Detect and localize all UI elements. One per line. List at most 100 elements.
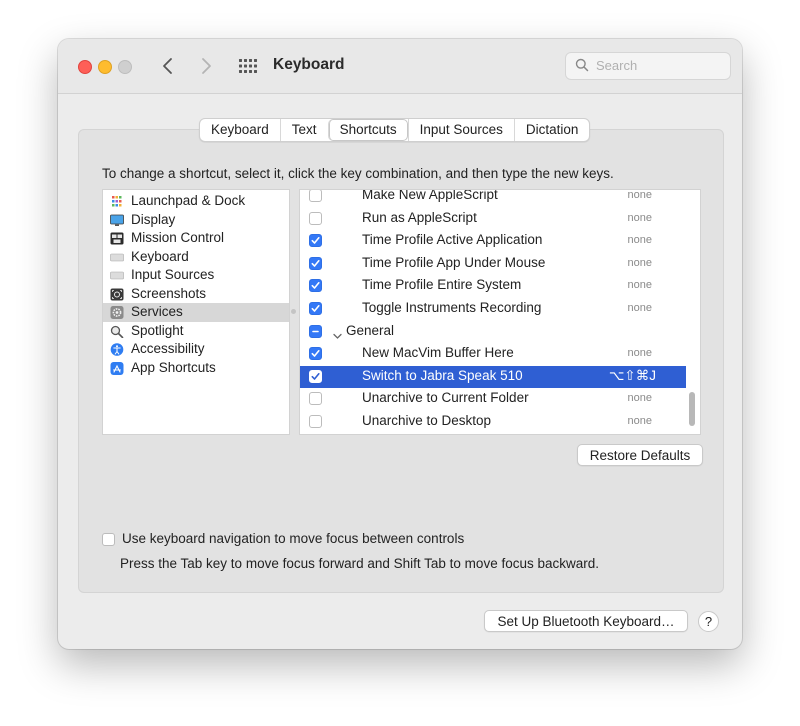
zoom-button[interactable] [118,60,132,74]
category-label: Accessibility [131,341,205,356]
checkmark-icon [311,350,320,357]
category-app-shortcuts[interactable]: App Shortcuts [103,359,289,378]
category-label: Launchpad & Dock [131,193,246,208]
minimize-button[interactable] [98,60,112,74]
shortcut-value[interactable]: none [628,415,652,427]
category-launchpad-dock[interactable]: Launchpad & Dock [103,192,289,211]
service-group-header[interactable]: General [300,321,686,343]
shortcut-value[interactable]: ⌥⇧⌘J [609,368,656,384]
back-button[interactable] [158,55,178,77]
shortcut-value[interactable]: none [628,302,652,314]
shortcut-value[interactable]: none [628,279,652,291]
checkmark-icon [311,282,320,290]
category-keyboard[interactable]: Keyboard [103,248,289,267]
category-accessibility[interactable]: Accessibility [103,340,289,359]
close-button[interactable] [78,60,92,74]
show-all-grid-icon[interactable] [238,58,258,74]
screenshot-icon [110,288,124,301]
service-checkbox[interactable] [309,347,322,361]
minus-icon [312,330,319,332]
tab-shortcuts[interactable]: Shortcuts [327,119,408,141]
tab-keyboard[interactable]: Keyboard [200,119,280,141]
checkmark-icon [311,259,320,267]
group-checkbox-mixed[interactable] [309,324,322,338]
keyboard-navigation-label: Use keyboard navigation to move focus be… [122,531,465,546]
category-list[interactable]: Launchpad & Dock Display Mission Control Ke… [102,189,290,435]
service-checkbox[interactable] [309,211,322,225]
service-row[interactable]: New MacVim Buffer Here none [300,343,686,365]
restore-defaults-button[interactable]: Restore Defaults [577,444,703,466]
mission-control-icon [110,232,124,245]
service-row[interactable]: Switch to Jabra Speak 510 ⌥⇧⌘J [300,365,686,388]
forward-button[interactable] [196,55,216,77]
service-label: Unarchive to Current Folder [362,390,529,406]
gear-icon [110,306,124,319]
disclosure-chevron-icon[interactable] [333,327,342,345]
tab-dictation[interactable]: Dictation [513,119,590,141]
services-list[interactable]: Unarchive to Desktop none Unarchive to Cur… [299,189,701,435]
category-display[interactable]: Display [103,211,289,230]
service-checkbox[interactable] [309,392,322,406]
service-row[interactable]: Toggle Instruments Recording none [300,298,686,320]
service-checkbox[interactable] [309,415,322,428]
service-label: Time Profile Active Application [362,232,543,248]
service-label: Time Profile Entire System [362,277,522,293]
service-row[interactable]: Time Profile Entire System none [300,275,686,297]
input-sources-icon [110,269,124,282]
tab-text[interactable]: Text [279,119,328,141]
help-button[interactable]: ? [698,611,719,632]
shortcut-value[interactable]: none [628,392,652,404]
service-checkbox[interactable] [309,190,322,202]
group-label: General [346,322,395,338]
category-label: Mission Control [131,230,225,245]
service-row[interactable]: Time Profile App Under Mouse none [300,253,686,275]
search-icon [575,58,589,72]
category-label: Input Sources [131,267,215,282]
shortcut-value[interactable]: none [628,257,652,269]
category-mission-control[interactable]: Mission Control [103,229,289,248]
service-row[interactable]: Time Profile Active Application none [300,230,686,252]
accessibility-icon [110,343,124,356]
category-services[interactable]: Services [103,303,289,322]
service-row[interactable]: Unarchive to Current Folder none [300,388,686,410]
app-store-icon [110,361,124,375]
keyboard-navigation-hint: Press the Tab key to move focus forward … [120,556,599,571]
service-label: New MacVim Buffer Here [362,345,514,361]
tab-input-sources[interactable]: Input Sources [407,119,514,141]
category-label: App Shortcuts [131,359,216,375]
scrollbar-thumb[interactable] [689,392,695,426]
category-label: Keyboard [131,248,189,264]
shortcut-value[interactable]: none [628,347,652,359]
service-checkbox[interactable] [309,302,322,315]
category-input-sources[interactable]: Input Sources [103,266,289,285]
category-label: Screenshots [131,285,207,301]
preferences-window: Keyboard Search Keyboard Text Shortcuts Inp… [58,39,742,649]
service-checkbox[interactable] [309,279,322,293]
category-label: Spotlight [131,322,184,338]
service-row[interactable]: Make New AppleScript none [300,190,686,207]
keyboard-icon [110,251,124,264]
chevron-left-icon [163,58,172,74]
search-field[interactable]: Search [565,52,731,80]
service-checkbox[interactable] [309,256,322,270]
shortcut-value[interactable]: none [628,190,652,201]
split-divider-handle[interactable] [291,309,296,314]
chevron-right-icon [202,58,211,74]
keyboard-navigation-checkbox[interactable] [102,533,115,546]
tab-bar: Keyboard Text Shortcuts Input Sources Dictat… [199,118,591,142]
shortcut-value[interactable]: none [628,234,652,246]
launchpad-icon [110,195,124,208]
bluetooth-keyboard-button[interactable]: Set Up Bluetooth Keyboard… [484,610,688,632]
checkmark-icon [311,305,320,312]
checkmark-icon [311,237,320,244]
service-label: Unarchive to Desktop [362,413,492,428]
category-screenshots[interactable]: Screenshots [103,285,289,304]
shortcut-value[interactable]: none [628,212,652,224]
service-checkbox[interactable] [309,369,322,383]
category-spotlight[interactable]: Spotlight [103,322,289,341]
category-label: Services [131,304,183,319]
magnifier-icon [110,325,124,338]
service-row[interactable]: Run as AppleScript none [300,208,686,230]
service-checkbox[interactable] [309,234,322,248]
service-row[interactable]: Unarchive to Desktop none [300,411,686,433]
